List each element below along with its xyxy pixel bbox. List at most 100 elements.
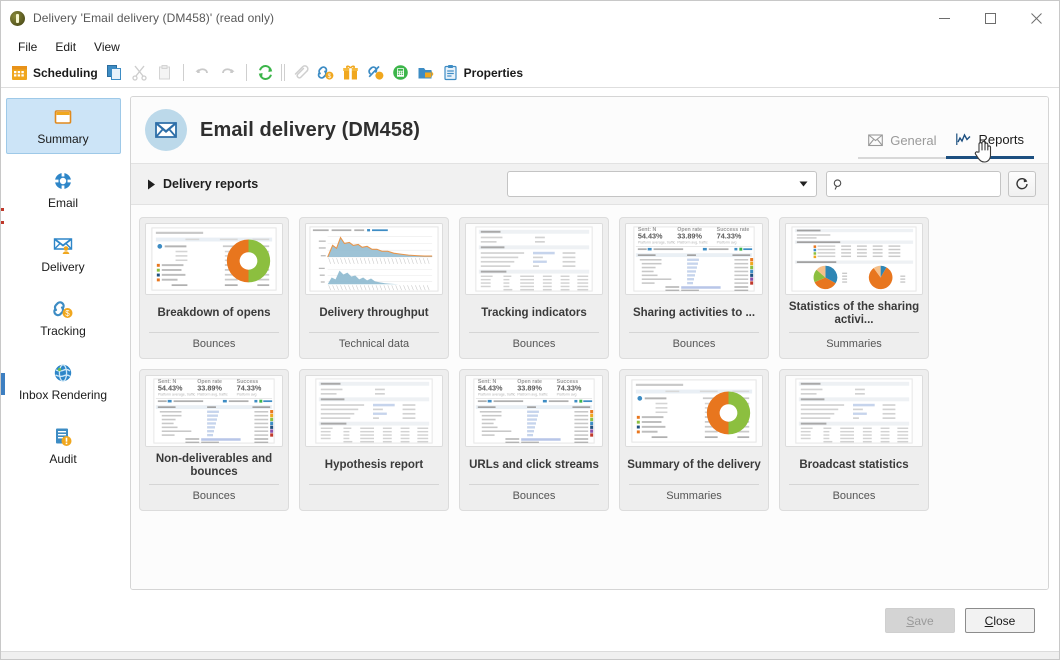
report-category: Bounces <box>469 484 599 507</box>
sidebar-label: Inbox Rendering <box>18 388 108 402</box>
sidebar-item-summary[interactable]: Summary <box>5 98 121 154</box>
close-rest: lose <box>993 613 1016 628</box>
donut-table-thumb <box>626 376 762 446</box>
clipboard-icon <box>444 65 457 81</box>
report-card[interactable]: Broadcast statistics Bounces <box>779 369 929 511</box>
gift-button[interactable] <box>338 60 363 86</box>
pie-pair-thumb <box>786 224 922 294</box>
sidebar-item-email[interactable]: Email <box>6 162 121 218</box>
save-label: Save <box>906 614 933 628</box>
no-tracking-button[interactable] <box>363 60 388 86</box>
stats-table-thumb: Sent: N Open rate Success 54.43% 33.89% 74.3… <box>466 376 602 446</box>
redo-icon <box>221 68 235 74</box>
copy-button[interactable] <box>102 60 127 86</box>
refresh-button[interactable] <box>1008 171 1036 197</box>
report-card[interactable]: Tracking indicators Bounces <box>459 217 609 359</box>
menu-edit[interactable]: Edit <box>46 38 85 56</box>
search-box[interactable] <box>826 171 1001 197</box>
window-controls <box>921 1 1059 35</box>
report-select[interactable] <box>507 171 817 197</box>
close-button[interactable]: Close <box>965 608 1035 633</box>
report-category: Summaries <box>789 332 919 355</box>
save-rest: ave <box>914 613 934 628</box>
filter-bar: Delivery reports <box>131 163 1048 205</box>
calculator-icon <box>392 65 408 80</box>
svg-text:54.43%: 54.43% <box>638 232 663 241</box>
tracking-link-button[interactable]: $ <box>313 60 338 86</box>
sidebar-item-audit[interactable]: Audit <box>6 418 121 474</box>
menu-file[interactable]: File <box>9 38 46 56</box>
svg-text:Platform avg, traffic: Platform avg, traffic <box>517 392 548 396</box>
menu-view[interactable]: View <box>85 38 129 56</box>
report-card[interactable]: Sent: N Open rate Success 54.43% 33.89% 74.3… <box>459 369 609 511</box>
page-title: Email delivery (DM458) <box>200 118 421 141</box>
report-card[interactable]: Delivery throughput Technical data <box>299 217 449 359</box>
panel-header: Email delivery (DM458) General Reports <box>131 97 1048 163</box>
tracking-link-icon: $ <box>317 66 334 80</box>
sidebar-label: Tracking <box>40 324 86 338</box>
dialog-footer: Save Close <box>130 590 1049 651</box>
scheduling-label: Scheduling <box>33 65 98 80</box>
window-title: Delivery 'Email delivery (DM458)' (read … <box>33 11 275 25</box>
refresh-button[interactable] <box>253 60 278 86</box>
report-card[interactable]: Sent: N Open rate Success rate 54.43% 33.89… <box>619 217 769 359</box>
data-table-thumb <box>786 376 922 446</box>
attachment-icon <box>294 65 309 79</box>
cut-icon <box>132 65 147 81</box>
paste-icon <box>158 65 170 80</box>
sidebar-item-tracking[interactable]: $ Tracking <box>6 290 121 346</box>
triangle-right-icon[interactable] <box>143 179 159 190</box>
gift-icon <box>342 65 358 80</box>
tab-label: General <box>890 133 937 148</box>
main-area: Email delivery (DM458) General Reports D… <box>126 88 1059 651</box>
sidebar-label: Audit <box>49 452 77 466</box>
report-title: Hypothesis report <box>324 459 424 471</box>
calculator-button[interactable] <box>388 60 413 86</box>
sidebar-label: Delivery <box>41 260 85 274</box>
svg-text:$: $ <box>65 309 70 318</box>
svg-text:74.33%: 74.33% <box>717 232 742 241</box>
report-category <box>309 484 439 507</box>
report-title: Broadcast statistics <box>799 459 909 471</box>
toolbar-separator <box>245 64 247 81</box>
svg-text:74.33%: 74.33% <box>557 384 582 393</box>
avatar <box>145 109 187 151</box>
report-card[interactable]: Hypothesis report <box>299 369 449 511</box>
report-thumbnail: Sent: N Open rate Success 54.43% 33.89% 74.3… <box>145 375 283 447</box>
copy-icon <box>106 65 121 80</box>
report-card[interactable]: Sent: N Open rate Success 54.43% 33.89% 74.3… <box>139 369 289 511</box>
svg-text:Platform avg, traffic: Platform avg, traffic <box>677 240 708 244</box>
report-card[interactable]: Breakdown of opens Bounces <box>139 217 289 359</box>
mouse-cursor-hand-icon <box>974 141 992 163</box>
report-thumbnail <box>305 375 443 447</box>
envelope-person-icon <box>53 238 73 254</box>
svg-text:54.43%: 54.43% <box>158 384 183 393</box>
properties-button[interactable]: Properties <box>438 60 527 86</box>
sidebar-item-delivery[interactable]: Delivery <box>6 226 121 282</box>
close-icon[interactable] <box>1013 1 1059 35</box>
svg-text:54.43%: 54.43% <box>478 384 503 393</box>
toolbar-separator <box>280 64 282 81</box>
report-thumbnail <box>625 375 763 447</box>
window-icon <box>54 110 72 124</box>
report-category: Technical data <box>309 332 439 355</box>
audit-icon <box>56 428 72 446</box>
report-thumbnail <box>465 223 603 295</box>
data-table-thumb <box>306 376 442 446</box>
report-card[interactable]: Summary of the delivery Summaries <box>619 369 769 511</box>
data-table-thumb <box>466 224 602 294</box>
report-category: Bounces <box>149 484 279 507</box>
toolbar-separator <box>283 64 285 81</box>
minimize-icon[interactable] <box>921 1 967 35</box>
tab-general[interactable]: General <box>858 129 947 159</box>
sidebar-item-inbox-rendering[interactable]: Inbox Rendering <box>6 354 121 410</box>
maximize-icon[interactable] <box>967 1 1013 35</box>
report-title: Tracking indicators <box>481 307 587 319</box>
svg-text:Platform avg, traffic: Platform avg, traffic <box>197 392 228 396</box>
report-card[interactable]: Statistics of the sharing activi... Summ… <box>779 217 929 359</box>
svg-text:Platform avg: Platform avg <box>717 240 737 244</box>
scheduling-button[interactable]: Scheduling <box>7 60 102 86</box>
export-button[interactable] <box>413 60 438 86</box>
search-input[interactable] <box>848 177 994 191</box>
edge-artifact <box>1 208 4 211</box>
